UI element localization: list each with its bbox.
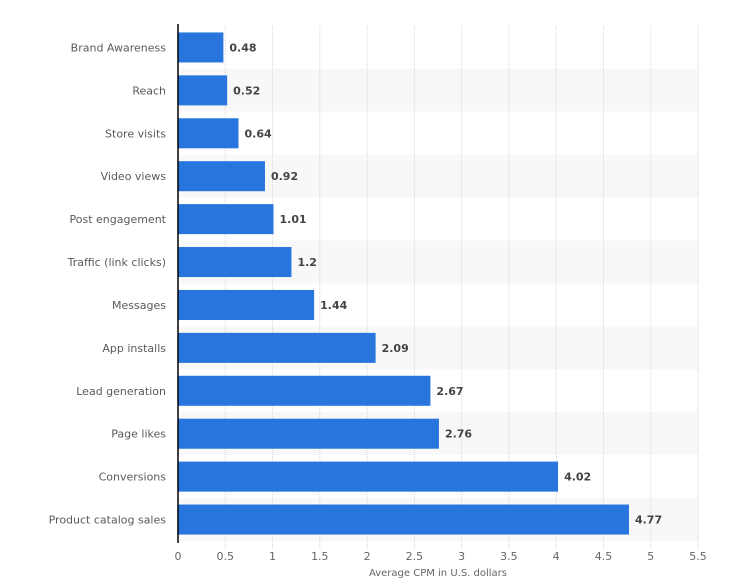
bar[interactable] — [178, 161, 265, 192]
x-axis-title: Average CPM in U.S. dollars — [369, 568, 507, 579]
data-label: 2.09 — [382, 342, 409, 355]
x-tick-label: 2.5 — [406, 550, 424, 563]
x-tick-label: 0 — [175, 550, 182, 563]
x-tick-labels: 0 0.5 1 1.5 2 2.5 3 3.5 4 4.5 5 5.5 — [175, 550, 707, 563]
category-label: App installs — [102, 342, 166, 355]
x-tick-label: 4.5 — [595, 550, 613, 563]
category-label: Traffic (link clicks) — [67, 256, 166, 269]
bar[interactable] — [178, 289, 315, 320]
x-tick-label: 5 — [647, 550, 654, 563]
data-label: 1.44 — [320, 299, 347, 312]
bar[interactable] — [178, 32, 224, 63]
x-tick-label: 3.5 — [500, 550, 518, 563]
x-tick-label: 5.5 — [689, 550, 707, 563]
category-label: Lead generation — [76, 385, 166, 398]
data-label: 0.64 — [245, 127, 272, 140]
x-tick-label: 1.5 — [311, 550, 329, 563]
bar[interactable] — [178, 332, 376, 363]
x-tick-label: 3 — [458, 550, 465, 563]
category-label: Messages — [112, 299, 166, 312]
category-label: Reach — [132, 84, 166, 97]
x-tick-label: 1 — [269, 550, 276, 563]
x-tick-label: 2 — [364, 550, 371, 563]
data-label: 0.92 — [271, 170, 298, 183]
bar-chart: Brand Awareness Reach Store visits Video vi… — [49, 24, 707, 579]
data-label: 0.52 — [233, 84, 260, 97]
category-label: Product catalog sales — [49, 514, 167, 527]
bar[interactable] — [178, 461, 559, 492]
bar[interactable] — [178, 375, 431, 406]
category-label: Page likes — [111, 428, 166, 441]
data-label: 2.67 — [436, 385, 463, 398]
data-label: 1.01 — [279, 213, 306, 226]
data-label: 4.77 — [635, 514, 662, 527]
category-label: Conversions — [99, 471, 167, 484]
category-label: Post engagement — [70, 213, 167, 226]
bar[interactable] — [178, 75, 228, 106]
x-tick-label: 0.5 — [217, 550, 235, 563]
category-label: Store visits — [105, 127, 166, 140]
category-labels: Brand Awareness Reach Store visits Video vi… — [49, 41, 167, 526]
bar[interactable] — [178, 504, 629, 535]
bar[interactable] — [178, 118, 239, 149]
x-tick-label: 4 — [553, 550, 560, 563]
category-label: Brand Awareness — [71, 41, 167, 54]
data-label: 0.48 — [229, 41, 256, 54]
category-label: Video views — [101, 170, 167, 183]
bar[interactable] — [178, 204, 274, 235]
data-label: 1.2 — [297, 256, 317, 269]
data-label: 4.02 — [564, 471, 591, 484]
data-label: 2.76 — [445, 428, 472, 441]
bar[interactable] — [178, 247, 292, 278]
bar[interactable] — [178, 418, 439, 449]
